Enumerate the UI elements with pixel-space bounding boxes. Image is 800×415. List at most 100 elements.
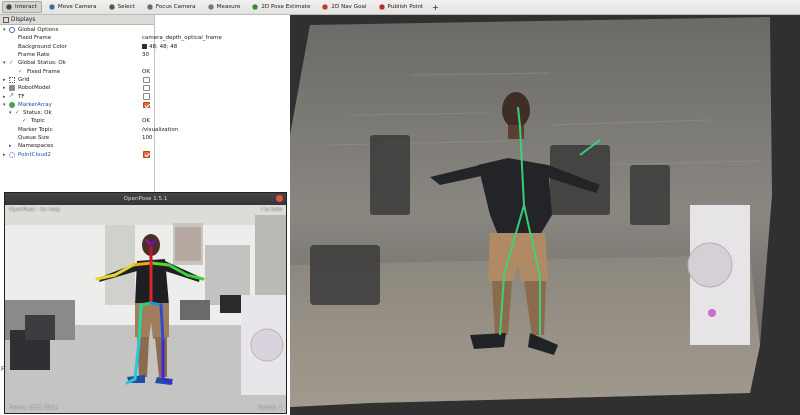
select-box-icon xyxy=(107,3,116,11)
marker-icon xyxy=(9,101,15,108)
publish-point-icon xyxy=(377,3,386,11)
tree-row-point-cloud[interactable]: ▸ PointCloud2 xyxy=(0,151,154,159)
tree-row-background-color[interactable]: Background Color 48; 48; 48 xyxy=(0,43,177,51)
tool-label: Measure xyxy=(216,4,241,10)
global-status-label: Global Status: Ok xyxy=(18,60,66,67)
robot-model-label: RobotModel xyxy=(18,85,51,92)
openpose-hide-hint: l to hide xyxy=(260,207,282,213)
rviz-toolbar: Interact Move Camera Select Focus Camera Mea… xyxy=(0,0,800,15)
openpose-people-count: People: 1 xyxy=(258,405,282,411)
marker-array-label: MarkerArray xyxy=(18,101,52,108)
fixed-frame-status-label: Fixed Frame xyxy=(27,68,61,75)
topic-status-label: Topic xyxy=(31,118,45,125)
close-icon[interactable] xyxy=(276,195,283,202)
tool-move-camera-button[interactable]: Move Camera xyxy=(45,1,102,13)
tree-row-frame-rate[interactable]: Frame Rate 30 xyxy=(0,51,154,59)
tool-select-button[interactable]: Select xyxy=(105,1,140,13)
point-cloud-checkbox[interactable] xyxy=(143,151,150,158)
camera-move-icon xyxy=(47,3,56,11)
topic-status-value: OK xyxy=(142,118,150,125)
expand-arrow-icon[interactable]: ▸ xyxy=(9,143,12,149)
status-fragment: F xyxy=(1,366,5,373)
tree-row-queue-size[interactable]: Queue Size 100 xyxy=(0,134,154,142)
grid-label: Grid xyxy=(18,76,30,83)
openpose-window[interactable]: OpenPose 1.5.1 OpenPose - for help l to … xyxy=(4,192,287,414)
openpose-titlebar[interactable]: OpenPose 1.5.1 xyxy=(5,193,286,205)
robot-model-checkbox[interactable] xyxy=(143,84,150,92)
background-color-value: 48; 48; 48 xyxy=(149,43,178,50)
expand-arrow-icon[interactable]: ▸ xyxy=(3,77,6,83)
status-ok-label: Status: Ok xyxy=(23,110,52,117)
displays-panel: Displays ▾ Global Options Fixed Frame ca… xyxy=(0,15,222,210)
grid-icon xyxy=(9,76,15,83)
tree-row-robot-model[interactable]: ▸ RobotModel xyxy=(0,84,154,92)
tool-measure-button[interactable]: Measure xyxy=(204,1,246,13)
tf-checkbox[interactable] xyxy=(143,93,150,100)
tree-row-status-ok[interactable]: ▾ ✓ Status: Ok xyxy=(0,109,154,117)
tree-row-global-status[interactable]: ▾ ✓ Global Status: Ok xyxy=(0,59,154,67)
global-options-label: Global Options xyxy=(18,27,59,34)
tool-label: 2D Pose Estimate xyxy=(261,4,311,10)
pose-estimate-arrow-icon xyxy=(251,3,260,11)
color-swatch xyxy=(142,43,147,49)
tree-row-topic-status[interactable]: ✓ Topic OK xyxy=(0,117,154,125)
tool-label: 2D Nav Goal xyxy=(331,4,367,10)
focus-camera-icon xyxy=(145,3,154,11)
expand-arrow-icon[interactable]: ▾ xyxy=(3,27,6,33)
tree-row-namespaces[interactable]: ▸ Namespaces xyxy=(0,142,154,150)
openpose-frame-counter: Frame: 3572 25/24 xyxy=(9,405,59,411)
queue-size-label: Queue Size xyxy=(18,135,50,142)
check-mark-icon: ✓ xyxy=(22,118,27,125)
openpose-frame-image xyxy=(5,205,286,413)
displays-icon xyxy=(3,16,9,23)
marker-topic-label: Marker Topic xyxy=(18,126,53,133)
check-mark-icon: ✓ xyxy=(18,68,23,75)
gear-icon xyxy=(9,27,15,33)
fixed-frame-label: Fixed Frame xyxy=(18,35,52,42)
openpose-video-frame: OpenPose - for help l to hide Frame: 357… xyxy=(5,205,286,413)
marker-topic-value[interactable]: /visualization xyxy=(142,127,178,133)
marker-array-checkbox[interactable] xyxy=(143,101,150,109)
check-mark-icon: ✓ xyxy=(15,110,20,117)
robot-icon xyxy=(9,85,15,92)
fixed-frame-status-value: OK xyxy=(142,68,150,75)
tree-row-fixed-frame[interactable]: Fixed Frame camera_depth_optical_frame xyxy=(0,34,222,42)
tool-label: Select xyxy=(117,4,135,10)
tool-publish-point-button[interactable]: Publish Point xyxy=(375,1,429,13)
expand-arrow-icon[interactable]: ▾ xyxy=(9,110,12,116)
tool-label: Move Camera xyxy=(57,4,97,10)
queue-size-value[interactable]: 100 xyxy=(142,135,153,141)
tree-row-marker-topic[interactable]: Marker Topic /visualization xyxy=(0,126,178,134)
openpose-help-hint: OpenPose - for help xyxy=(9,207,61,213)
displays-panel-header: Displays xyxy=(0,15,154,25)
grid-checkbox[interactable] xyxy=(143,76,150,84)
tool-interact-button[interactable]: Interact xyxy=(2,1,42,13)
expand-arrow-icon[interactable]: ▸ xyxy=(3,94,6,100)
axes-icon: ↗ xyxy=(9,92,15,100)
ruler-icon xyxy=(206,3,215,11)
fixed-frame-value[interactable]: camera_depth_optical_frame xyxy=(142,35,222,41)
tool-focus-camera-button[interactable]: Focus Camera xyxy=(143,1,201,13)
openpose-window-title: OpenPose 1.5.1 xyxy=(123,196,168,202)
background-color-field[interactable]: 48; 48; 48 xyxy=(142,43,178,50)
expand-arrow-icon[interactable]: ▸ xyxy=(3,152,6,158)
tool-2d-nav-goal-button[interactable]: 2D Nav Goal xyxy=(318,1,371,13)
3d-render-viewport[interactable] xyxy=(290,15,800,415)
tree-row-grid[interactable]: ▸ Grid xyxy=(0,76,154,84)
expand-arrow-icon[interactable]: ▾ xyxy=(3,102,6,108)
nav-goal-arrow-icon xyxy=(321,3,330,11)
tool-2d-pose-estimate-button[interactable]: 2D Pose Estimate xyxy=(248,1,315,13)
point-cloud-render xyxy=(290,15,800,415)
expand-arrow-icon[interactable]: ▸ xyxy=(3,85,6,91)
frame-rate-value[interactable]: 30 xyxy=(142,52,149,58)
tool-label: Publish Point xyxy=(387,4,424,10)
check-mark-icon: ✓ xyxy=(9,60,14,67)
frame-rate-label: Frame Rate xyxy=(18,52,50,59)
tree-row-fixed-frame-status[interactable]: ✓ Fixed Frame OK xyxy=(0,68,154,76)
tree-row-global-options[interactable]: ▾ Global Options xyxy=(0,26,154,34)
tree-row-tf[interactable]: ▸ ↗ TF xyxy=(0,92,154,100)
tree-row-marker-array[interactable]: ▾ MarkerArray xyxy=(0,101,154,109)
add-tool-button[interactable]: + xyxy=(432,1,439,13)
expand-arrow-icon[interactable]: ▾ xyxy=(3,60,6,66)
tool-label: Interact xyxy=(15,4,37,10)
